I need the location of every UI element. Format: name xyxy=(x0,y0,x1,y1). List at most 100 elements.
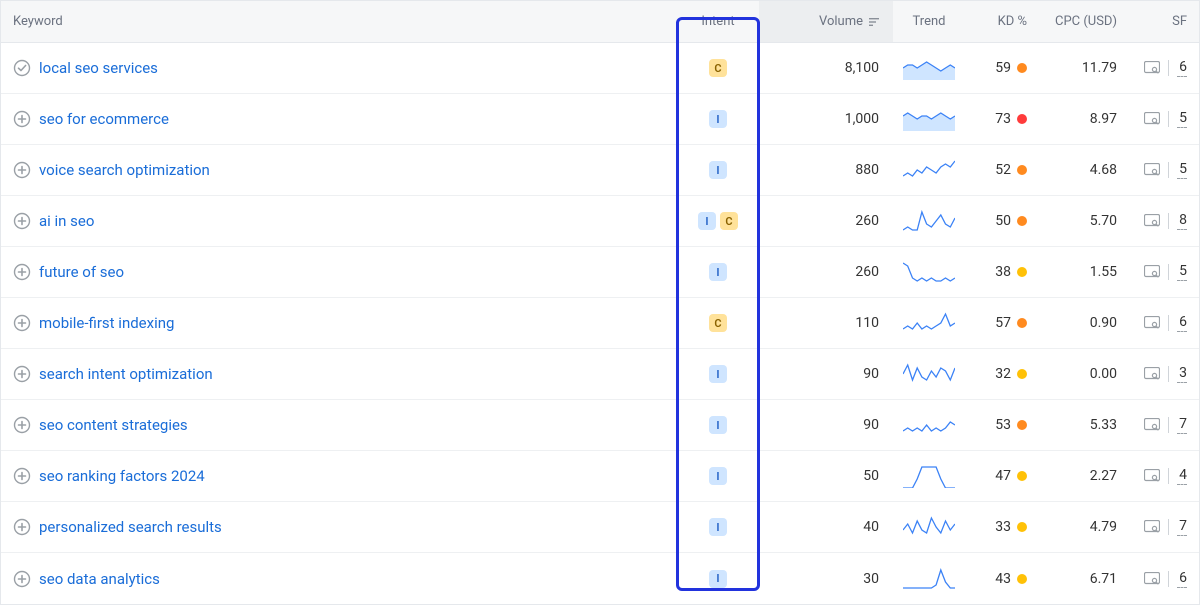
kd-difficulty-dot xyxy=(1017,369,1027,379)
sf-cell[interactable]: 5 xyxy=(1131,263,1199,281)
sf-cell[interactable]: 7 xyxy=(1131,416,1199,434)
check-circle-icon[interactable] xyxy=(13,59,31,77)
trend-cell[interactable] xyxy=(893,158,965,182)
kd-value: 32 xyxy=(995,366,1011,382)
keyword-link[interactable]: search intent optimization xyxy=(39,365,213,383)
sf-cell[interactable]: 3 xyxy=(1131,365,1199,383)
plus-circle-icon[interactable] xyxy=(13,416,31,434)
sf-cell[interactable]: 5 xyxy=(1131,110,1199,128)
cpc-cell: 5.70 xyxy=(1035,213,1131,229)
kd-difficulty-dot xyxy=(1017,318,1027,328)
volume-cell: 90 xyxy=(759,366,893,382)
sf-cell[interactable]: 5 xyxy=(1131,161,1199,179)
sf-count: 7 xyxy=(1177,416,1187,434)
intent-badge-i[interactable]: I xyxy=(709,518,727,536)
header-trend[interactable]: Trend xyxy=(893,14,965,29)
table-row: search intent optimizationI90320.003 xyxy=(1,349,1199,400)
intent-badge-i[interactable]: I xyxy=(709,416,727,434)
keyword-link[interactable]: future of seo xyxy=(39,263,124,281)
sf-count: 6 xyxy=(1177,59,1187,77)
plus-circle-icon[interactable] xyxy=(13,110,31,128)
keyword-link[interactable]: seo ranking factors 2024 xyxy=(39,467,205,485)
sf-cell[interactable]: 6 xyxy=(1131,570,1199,588)
trend-cell[interactable] xyxy=(893,362,965,386)
kd-cell: 43 xyxy=(965,571,1035,587)
keyword-link[interactable]: mobile-first indexing xyxy=(39,314,174,332)
kd-difficulty-dot xyxy=(1017,165,1027,175)
serp-features-icon xyxy=(1144,163,1160,177)
intent-badge-c[interactable]: C xyxy=(709,59,727,77)
trend-cell[interactable] xyxy=(893,413,965,437)
kd-value: 47 xyxy=(995,468,1011,484)
keyword-link[interactable]: voice search optimization xyxy=(39,161,210,179)
kd-cell: 47 xyxy=(965,468,1035,484)
kd-difficulty-dot xyxy=(1017,471,1027,481)
trend-cell[interactable] xyxy=(893,515,965,539)
sf-cell[interactable]: 6 xyxy=(1131,59,1199,77)
volume-cell: 40 xyxy=(759,519,893,535)
sf-cell[interactable]: 8 xyxy=(1131,212,1199,230)
volume-cell: 880 xyxy=(759,162,893,178)
plus-circle-icon[interactable] xyxy=(13,263,31,281)
sf-cell[interactable]: 7 xyxy=(1131,518,1199,536)
kd-cell: 32 xyxy=(965,366,1035,382)
sf-divider xyxy=(1168,111,1169,127)
header-volume[interactable]: Volume xyxy=(759,1,893,42)
sf-cell[interactable]: 6 xyxy=(1131,314,1199,332)
keyword-link[interactable]: seo for ecommerce xyxy=(39,110,169,128)
plus-circle-icon[interactable] xyxy=(13,570,31,588)
intent-cell: I xyxy=(677,467,759,485)
intent-badge-i[interactable]: I xyxy=(709,570,727,588)
header-kd[interactable]: KD % xyxy=(965,14,1035,29)
intent-badge-i[interactable]: I xyxy=(709,263,727,281)
plus-circle-icon[interactable] xyxy=(13,365,31,383)
sf-cell[interactable]: 4 xyxy=(1131,467,1199,485)
intent-badge-c[interactable]: C xyxy=(709,314,727,332)
volume-cell: 8,100 xyxy=(759,60,893,76)
plus-circle-icon[interactable] xyxy=(13,314,31,332)
header-intent[interactable]: Intent xyxy=(677,14,759,29)
keyword-link[interactable]: seo data analytics xyxy=(39,570,160,588)
intent-cell: C xyxy=(677,314,759,332)
keyword-link[interactable]: ai in seo xyxy=(39,212,94,230)
plus-circle-icon[interactable] xyxy=(13,518,31,536)
trend-cell[interactable] xyxy=(893,107,965,131)
header-keyword[interactable]: Keyword xyxy=(1,14,677,29)
kd-difficulty-dot xyxy=(1017,420,1027,430)
kd-value: 73 xyxy=(995,111,1011,127)
header-cpc[interactable]: CPC (USD) xyxy=(1035,14,1131,29)
trend-cell[interactable] xyxy=(893,567,965,591)
sf-divider xyxy=(1168,213,1169,229)
kd-value: 53 xyxy=(995,417,1011,433)
header-trend-label: Trend xyxy=(913,14,946,29)
keyword-link[interactable]: personalized search results xyxy=(39,518,222,536)
header-sf[interactable]: SF xyxy=(1131,14,1199,29)
keyword-table: Keyword Intent Volume Trend KD % CPC (US… xyxy=(0,0,1200,605)
trend-cell[interactable] xyxy=(893,56,965,80)
trend-cell[interactable] xyxy=(893,464,965,488)
volume-cell: 260 xyxy=(759,264,893,280)
intent-badge-i[interactable]: I xyxy=(709,467,727,485)
keyword-link[interactable]: local seo services xyxy=(39,59,158,77)
header-cpc-label: CPC (USD) xyxy=(1055,14,1117,29)
cpc-cell: 4.79 xyxy=(1035,519,1131,535)
plus-circle-icon[interactable] xyxy=(13,467,31,485)
trend-cell[interactable] xyxy=(893,311,965,335)
volume-cell: 30 xyxy=(759,571,893,587)
plus-circle-icon[interactable] xyxy=(13,212,31,230)
serp-features-icon xyxy=(1144,367,1160,381)
serp-features-icon xyxy=(1144,316,1160,330)
header-sf-label: SF xyxy=(1172,14,1187,29)
serp-features-icon xyxy=(1144,214,1160,228)
intent-badge-i[interactable]: I xyxy=(698,212,716,230)
intent-cell: C xyxy=(677,59,759,77)
trend-cell[interactable] xyxy=(893,209,965,233)
intent-badge-i[interactable]: I xyxy=(709,365,727,383)
intent-badge-i[interactable]: I xyxy=(709,110,727,128)
plus-circle-icon[interactable] xyxy=(13,161,31,179)
kd-value: 38 xyxy=(995,264,1011,280)
intent-badge-i[interactable]: I xyxy=(709,161,727,179)
keyword-link[interactable]: seo content strategies xyxy=(39,416,188,434)
trend-cell[interactable] xyxy=(893,260,965,284)
intent-badge-c[interactable]: C xyxy=(720,212,738,230)
